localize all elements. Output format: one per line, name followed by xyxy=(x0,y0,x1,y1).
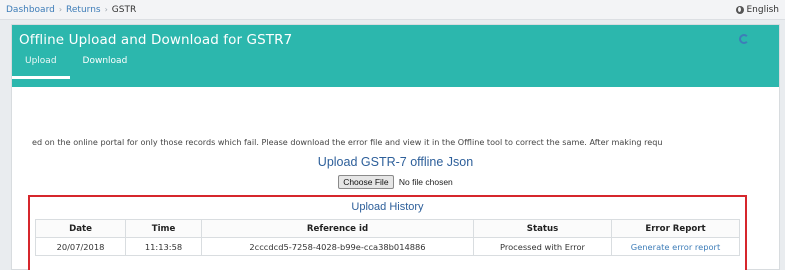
breadcrumb-separator: › xyxy=(58,5,63,14)
tab-upload[interactable]: Upload xyxy=(12,51,70,79)
tab-download[interactable]: Download xyxy=(70,51,141,79)
tab-upload-label: Upload xyxy=(25,56,57,66)
notice-text: ed on the online portal for only those r… xyxy=(32,137,663,147)
upload-history-table: Date Time Reference id Status Error Repo… xyxy=(35,219,740,256)
tab-download-label: Download xyxy=(82,56,128,66)
upload-title: Upload GSTR-7 offline Json xyxy=(317,155,474,169)
globe-icon xyxy=(735,6,744,14)
main-panel: Offline Upload and Download for GSTR7 Up… xyxy=(11,24,780,270)
column-header-time: Time xyxy=(125,219,202,238)
table-header-row: Date Time Reference id Status Error Repo… xyxy=(35,219,740,238)
breadcrumb-returns[interactable]: Returns xyxy=(66,5,101,15)
table-row: 20/07/2018 11:13:58 2cccdcd5-7258-4028-b… xyxy=(35,237,740,256)
upload-history-section: Upload History Date Time Reference id St… xyxy=(28,195,747,270)
cell-time: 11:13:58 xyxy=(125,237,202,256)
cell-date: 20/07/2018 xyxy=(35,237,126,256)
no-file-text: No file chosen xyxy=(398,177,453,187)
file-input: Choose File No file chosen xyxy=(12,175,779,189)
generate-error-report-link[interactable]: Generate error report xyxy=(611,237,740,256)
cell-status: Processed with Error xyxy=(473,237,612,256)
panel-header: Offline Upload and Download for GSTR7 Up… xyxy=(12,25,779,87)
tab-bar: Upload Download xyxy=(12,51,140,79)
column-header-status: Status xyxy=(473,219,612,238)
upload-history-title: Upload History xyxy=(351,201,424,213)
cell-reference-id: 2cccdcd5-7258-4028-b99e-cca38b014886 xyxy=(201,237,474,256)
column-header-error-report: Error Report xyxy=(611,219,740,238)
column-header-reference-id: Reference id xyxy=(201,219,474,238)
breadcrumb-bar: Dashboard › Returns › GSTR English xyxy=(0,0,785,20)
breadcrumb-separator: › xyxy=(104,5,108,14)
choose-file-button[interactable]: Choose File xyxy=(338,175,394,189)
breadcrumb-current: GSTR xyxy=(111,4,137,15)
language-selector[interactable]: English xyxy=(735,0,780,20)
refresh-icon[interactable] xyxy=(739,34,749,44)
breadcrumb-dashboard[interactable]: Dashboard xyxy=(6,5,55,15)
column-header-date: Date xyxy=(35,219,126,238)
language-label: English xyxy=(746,5,780,15)
page-title: Offline Upload and Download for GSTR7 xyxy=(19,32,293,48)
